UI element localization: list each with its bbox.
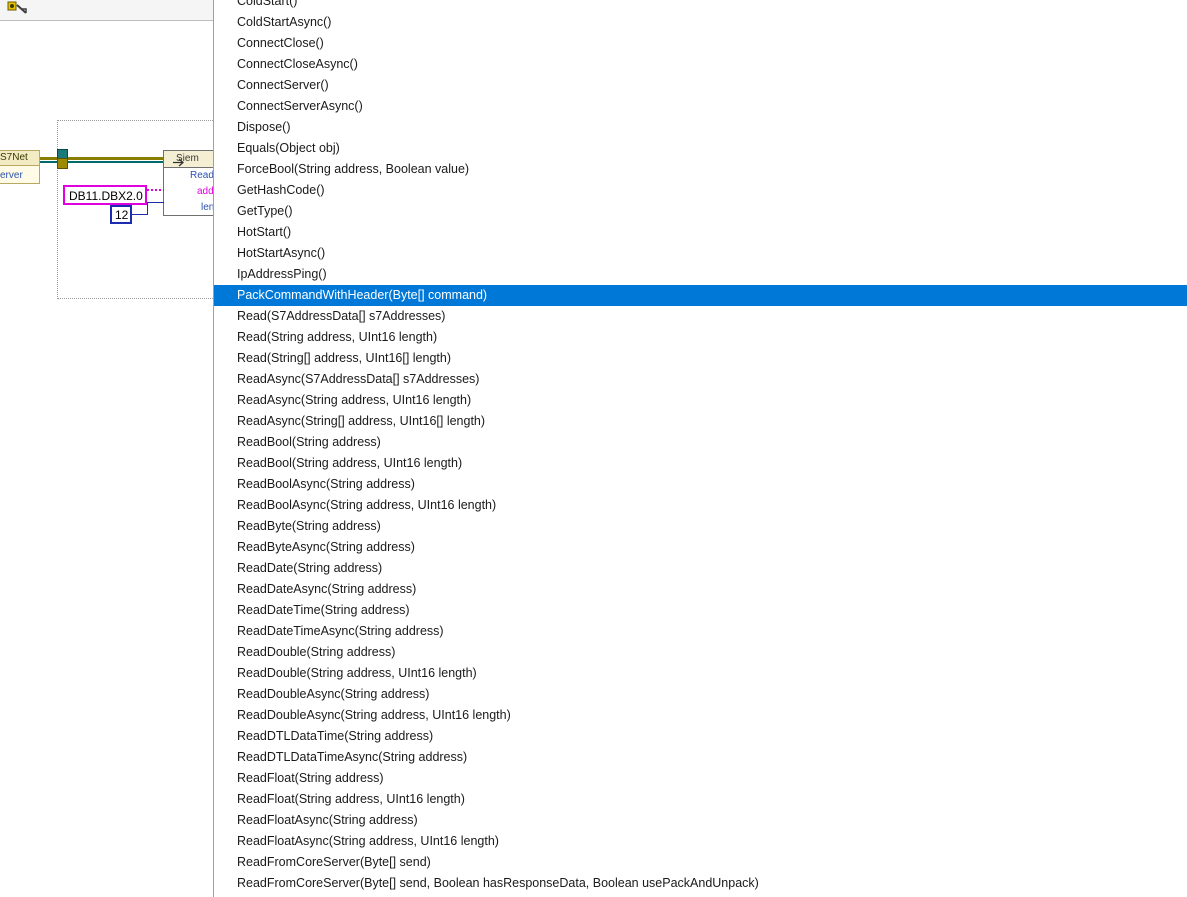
method-item[interactable]: ConnectClose() <box>214 33 1187 54</box>
method-item[interactable]: Read(String[] address, UInt16[] length) <box>214 348 1187 369</box>
method-item[interactable]: ReadDateTimeAsync(String address) <box>214 621 1187 642</box>
method-item[interactable]: ConnectCloseAsync() <box>214 54 1187 75</box>
method-item[interactable]: ReadBool(String address, UInt16 length) <box>214 453 1187 474</box>
method-item[interactable]: ReadDTLDataTimeAsync(String address) <box>214 747 1187 768</box>
method-dropdown-list[interactable]: ColdStart() ColdStartAsync() ConnectClose(… <box>213 0 1187 897</box>
invoke-node-title: Siem <box>176 153 199 164</box>
method-item[interactable]: ReadByteAsync(String address) <box>214 537 1187 558</box>
method-item[interactable]: ReadBoolAsync(String address) <box>214 474 1187 495</box>
numeric-wire[interactable] <box>147 202 148 215</box>
invoke-node[interactable]: Siem Read add len <box>163 150 213 216</box>
method-item[interactable]: ReadDouble(String address, UInt16 length… <box>214 663 1187 684</box>
method-item[interactable]: ReadAsync(S7AddressData[] s7Addresses) <box>214 369 1187 390</box>
numeric-wire[interactable] <box>147 202 164 203</box>
address-string-value: DB11.DBX2.0 <box>69 189 143 203</box>
method-item[interactable]: ReadBool(String address) <box>214 432 1187 453</box>
method-item-selected[interactable]: PackCommandWithHeader(Byte[] command) <box>214 285 1187 306</box>
address-string-constant[interactable]: DB11.DBX2.0 <box>63 185 147 205</box>
method-item[interactable]: ReadDouble(String address) <box>214 642 1187 663</box>
method-item[interactable]: ReadFloat(String address) <box>214 768 1187 789</box>
method-item[interactable]: ColdStartAsync() <box>214 12 1187 33</box>
method-item[interactable]: ReadDTLDataTime(String address) <box>214 726 1187 747</box>
tool-icon[interactable] <box>6 0 28 16</box>
length-numeric-value: 12 <box>115 208 129 222</box>
method-item[interactable]: ReadFromCoreServer(Byte[] send) <box>214 852 1187 873</box>
invoke-param-length[interactable]: len <box>201 202 213 214</box>
method-item[interactable]: ReadAsync(String[] address, UInt16[] len… <box>214 411 1187 432</box>
method-item[interactable]: Read(String address, UInt16 length) <box>214 327 1187 348</box>
method-item[interactable]: Equals(Object obj) <box>214 138 1187 159</box>
method-item[interactable]: ConnectServerAsync() <box>214 96 1187 117</box>
method-item[interactable]: ReadFromCoreServer(Byte[] send, Boolean … <box>214 873 1187 894</box>
method-list: ColdStart() ColdStartAsync() ConnectClose(… <box>214 0 1187 894</box>
method-item[interactable]: ReadDateAsync(String address) <box>214 579 1187 600</box>
method-item[interactable]: ReadFloatAsync(String address) <box>214 810 1187 831</box>
method-item[interactable]: ColdStart() <box>214 0 1187 12</box>
diagram-toolbar <box>0 0 213 21</box>
numeric-wire[interactable] <box>132 214 148 215</box>
method-item[interactable]: Read(S7AddressData[] s7Addresses) <box>214 306 1187 327</box>
method-item[interactable]: ReadDoubleAsync(String address, UInt16 l… <box>214 705 1187 726</box>
method-item[interactable]: ReadByte(String address) <box>214 516 1187 537</box>
length-numeric-constant[interactable]: 12 <box>110 205 132 224</box>
method-item[interactable]: IpAddressPing() <box>214 264 1187 285</box>
s7net-connection-node[interactable]: S7Net erver <box>0 150 40 184</box>
method-item[interactable]: HotStart() <box>214 222 1187 243</box>
method-item[interactable]: ReadDateTime(String address) <box>214 600 1187 621</box>
connection-node-title: S7Net <box>0 152 28 163</box>
connection-node-subtitle: erver <box>0 170 23 181</box>
method-item[interactable]: GetType() <box>214 201 1187 222</box>
method-item[interactable]: ReadFloatAsync(String address, UInt16 le… <box>214 831 1187 852</box>
method-item[interactable]: ForceBool(String address, Boolean value) <box>214 159 1187 180</box>
method-item[interactable]: ConnectServer() <box>214 75 1187 96</box>
method-item[interactable]: ReadDoubleAsync(String address) <box>214 684 1187 705</box>
invoke-node-method[interactable]: Read <box>190 170 213 182</box>
block-diagram: S7Net erver Siem Read add len DB11.DBX2.… <box>0 0 213 897</box>
method-item[interactable]: GetHashCode() <box>214 180 1187 201</box>
tunnel-terminal[interactable] <box>57 158 68 169</box>
method-item[interactable]: ReadFloat(String address, UInt16 length) <box>214 789 1187 810</box>
method-item[interactable]: ReadDate(String address) <box>214 558 1187 579</box>
method-item[interactable]: HotStartAsync() <box>214 243 1187 264</box>
method-item[interactable]: ReadAsync(String address, UInt16 length) <box>214 390 1187 411</box>
method-item[interactable]: ReadBoolAsync(String address, UInt16 len… <box>214 495 1187 516</box>
string-wire[interactable] <box>147 189 164 191</box>
invoke-param-address[interactable]: add <box>197 186 213 198</box>
method-item[interactable]: Dispose() <box>214 117 1187 138</box>
